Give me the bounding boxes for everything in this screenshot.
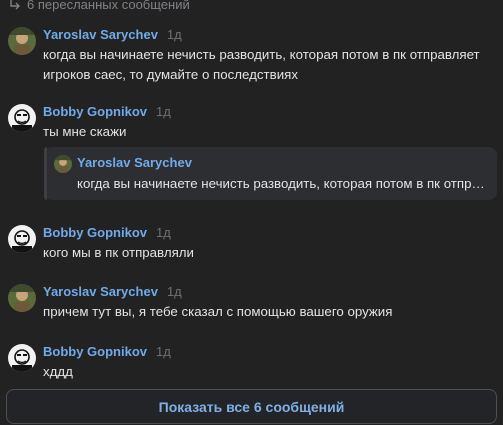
show-all-button[interactable]: Показать все 6 сообщений — [6, 389, 497, 424]
message-time[interactable]: 1д — [156, 344, 171, 359]
message-author[interactable]: Bobby Gopnikov — [43, 104, 147, 119]
reply-avatar — [54, 155, 72, 173]
reply-author: Yaroslav Sarychev — [77, 155, 192, 170]
avatar[interactable] — [8, 344, 36, 372]
message-item: Bobby Gopnikov 1д хддд — [8, 344, 495, 386]
message-time[interactable]: 1д — [156, 225, 171, 240]
avatar[interactable] — [8, 27, 36, 55]
reply-bar — [44, 147, 47, 200]
message-item: Yaroslav Sarychev 1д когда вы начинаете … — [8, 27, 495, 87]
message-text: когда вы начинаете нечисть разводить, ко… — [43, 47, 480, 82]
message-item: Bobby Gopnikov 1д кого мы в пк отправлял… — [8, 225, 495, 270]
message-text: кого мы в пк отправляли — [43, 245, 194, 260]
message-text: ты мне скажи — [43, 124, 127, 139]
reply-quote[interactable]: Yaroslav Sarychev когда вы начинаете неч… — [44, 147, 497, 200]
message-author[interactable]: Bobby Gopnikov — [43, 344, 147, 359]
avatar[interactable] — [8, 225, 36, 253]
avatar[interactable] — [8, 104, 36, 132]
avatar[interactable] — [8, 284, 36, 312]
message-author[interactable]: Bobby Gopnikov — [43, 225, 147, 240]
forward-icon — [8, 0, 22, 11]
forwarded-count: 6 пересланных сообщений — [27, 0, 190, 12]
message-time[interactable]: 1д — [167, 27, 182, 42]
message-time[interactable]: 1д — [156, 104, 171, 119]
message-text: хддд — [43, 364, 73, 379]
message-item: Yaroslav Sarychev 1д причем тут вы, я те… — [8, 284, 495, 329]
forwarded-header: 6 пересланных сообщений — [8, 0, 190, 12]
reply-text: когда вы начинаете нечисть разводить, ко… — [77, 176, 485, 191]
message-author[interactable]: Yaroslav Sarychev — [43, 284, 158, 299]
message-text: причем тут вы, я тебе сказал с помощью в… — [43, 304, 393, 319]
message-author[interactable]: Yaroslav Sarychev — [43, 27, 158, 42]
message-time[interactable]: 1д — [167, 284, 182, 299]
